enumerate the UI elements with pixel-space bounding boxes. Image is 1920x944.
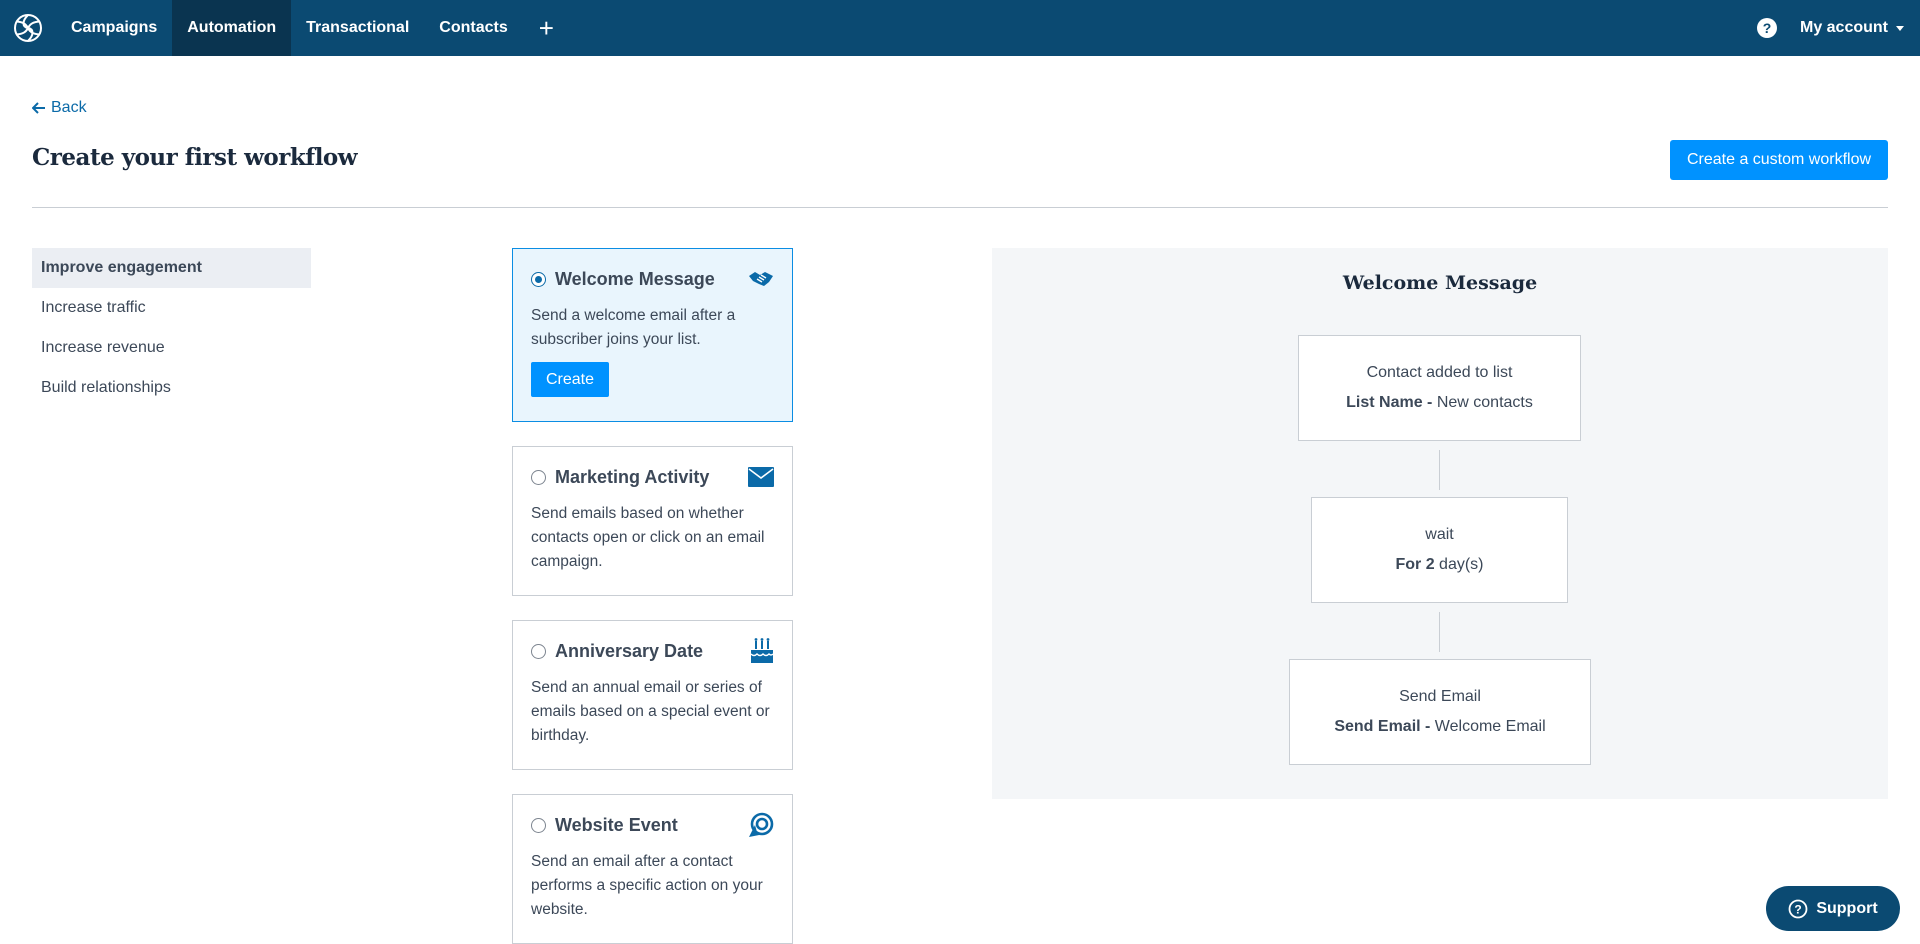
back-label: Back xyxy=(51,99,87,116)
svg-text:?: ? xyxy=(1795,902,1802,916)
step-detail: List Name - New contacts xyxy=(1346,394,1533,411)
workflow-step-trigger: Contact added to list List Name - New co… xyxy=(1298,335,1581,441)
workflow-card-marketing-activity[interactable]: Marketing Activity Send emails based on … xyxy=(512,446,793,596)
step-label: wait xyxy=(1425,526,1454,543)
workflow-step-wait: wait For 2 day(s) xyxy=(1311,497,1568,603)
help-circle-icon: ? xyxy=(1788,899,1808,918)
workflow-preview-panel: Welcome Message Contact added to list Li… xyxy=(992,248,1888,799)
create-custom-workflow-button[interactable]: Create a custom workflow xyxy=(1670,140,1888,180)
card-description: Send emails based on whether contacts op… xyxy=(531,505,765,570)
step-label: Contact added to list xyxy=(1366,364,1513,381)
caret-down-icon xyxy=(1896,25,1904,31)
card-description: Send an annual email or series of emails… xyxy=(531,679,770,744)
create-button[interactable]: Create xyxy=(531,362,609,397)
nav-automation[interactable]: Automation xyxy=(172,0,292,56)
svg-text:?: ? xyxy=(1763,20,1772,36)
back-link[interactable]: Back xyxy=(32,99,87,117)
handshake-icon xyxy=(748,266,774,292)
arrow-left-icon xyxy=(32,102,45,114)
my-account-label: My account xyxy=(1799,19,1888,36)
birthday-cake-icon xyxy=(748,638,774,664)
marketing-activity-radio[interactable] xyxy=(531,469,546,485)
step-detail: Send Email - Welcome Email xyxy=(1334,718,1546,735)
sendinblue-logo-icon[interactable] xyxy=(0,0,56,56)
goal-sidebar: Improve engagement Increase traffic Incr… xyxy=(32,248,311,408)
card-description: Send an email after a contact performs a… xyxy=(531,853,763,918)
header-divider xyxy=(32,207,1888,208)
workflow-card-anniversary-date[interactable]: Anniversary Date Send an annual email or… xyxy=(512,620,793,770)
support-button[interactable]: ? Support xyxy=(1766,886,1900,931)
sidebar-item-increase-traffic[interactable]: Increase traffic xyxy=(32,288,311,328)
workflow-card-welcome-message[interactable]: Welcome Message Send a welcome email aft… xyxy=(512,248,793,422)
sidebar-item-build-relationships[interactable]: Build relationships xyxy=(32,368,311,408)
page-title: Create your first workflow xyxy=(32,144,358,171)
support-label: Support xyxy=(1816,899,1878,917)
nav-right-group: ? My account xyxy=(1756,0,1920,56)
sidebar-item-improve-engagement[interactable]: Improve engagement xyxy=(32,248,311,288)
workflow-card-website-event[interactable]: Website Event Send an email after a cont… xyxy=(512,794,793,944)
workflow-step-send-email: Send Email Send Email - Welcome Email xyxy=(1289,659,1591,765)
help-circle-icon[interactable]: ? xyxy=(1756,17,1778,39)
my-account-menu[interactable]: My account xyxy=(1800,19,1904,37)
welcome-message-radio[interactable] xyxy=(531,271,546,287)
envelope-icon xyxy=(748,464,774,490)
target-cursor-icon xyxy=(748,812,774,838)
step-detail: For 2 day(s) xyxy=(1395,556,1484,573)
top-navigation: Campaigns Automation Transactional Conta… xyxy=(0,0,1920,56)
card-description: Send a welcome email after a subscriber … xyxy=(531,307,736,348)
anniversary-date-radio[interactable] xyxy=(531,643,546,659)
nav-contacts[interactable]: Contacts xyxy=(424,0,522,56)
preview-title: Welcome Message xyxy=(1342,272,1538,294)
card-title: Website Event xyxy=(555,814,678,835)
add-nav-item-plus-icon[interactable]: + xyxy=(523,0,570,56)
nav-transactional[interactable]: Transactional xyxy=(291,0,424,56)
card-title: Marketing Activity xyxy=(555,466,710,487)
website-event-radio[interactable] xyxy=(531,817,546,833)
step-connector xyxy=(1439,612,1440,652)
step-connector xyxy=(1439,450,1440,490)
step-label: Send Email xyxy=(1399,688,1481,705)
sidebar-item-increase-revenue[interactable]: Increase revenue xyxy=(32,328,311,368)
nav-campaigns[interactable]: Campaigns xyxy=(56,0,172,56)
card-title: Anniversary Date xyxy=(555,640,704,661)
card-title: Welcome Message xyxy=(555,268,715,289)
